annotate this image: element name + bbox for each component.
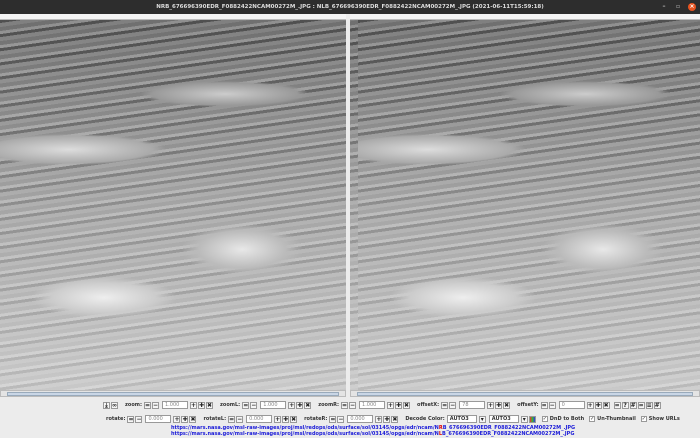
top-scrollbar-right[interactable] [350, 14, 700, 20]
zoomR-field[interactable]: 1.000 [359, 401, 386, 409]
rotateL-reset[interactable]: ✖ [290, 415, 298, 423]
zoomR-inc[interactable]: + [387, 401, 395, 409]
layout-icon-3[interactable]: ≡ [645, 401, 653, 409]
layout-icon-1[interactable]: # [629, 401, 637, 409]
offsetX-label: offsetX: [417, 402, 440, 408]
zoom-reset[interactable]: ✖ [206, 401, 213, 409]
zoomL-dec[interactable]: − [250, 401, 258, 409]
zoom-label: zoom: [125, 402, 142, 408]
decode-color-label: Decode Color: [405, 416, 445, 422]
offsetX-reset[interactable]: ✖ [503, 401, 511, 409]
mars-image-right [0, 20, 346, 390]
rotate-inc[interactable]: + [173, 415, 181, 423]
controls-row-2: rotate: = −0.000 + ✚ ✖ rotateL: = −0.000 + ✚ ✖ r… [0, 413, 700, 425]
link-icon[interactable]: ∞ [111, 401, 118, 409]
offsetY-dec-big[interactable]: = [540, 401, 548, 409]
horizontal-scrollbar-right[interactable] [350, 390, 700, 397]
layout-icon-4[interactable]: # [653, 401, 661, 409]
offsetX-inc-big[interactable]: ✚ [495, 401, 503, 409]
left-image-url[interactable]: https://mars.nasa.gov/msl-raw-images/pro… [171, 431, 574, 437]
offsetY-inc-big[interactable]: ✚ [594, 401, 602, 409]
rotateL-field[interactable]: 0.000 [246, 415, 273, 423]
show-urls-checkbox[interactable]: ✓ [640, 416, 647, 422]
rotateL-dec[interactable]: − [236, 415, 244, 423]
download-icon[interactable]: ⤓ [103, 401, 110, 409]
offsetY-inc[interactable]: + [586, 401, 594, 409]
rotate-dec[interactable]: − [135, 415, 143, 423]
close-icon[interactable]: × [688, 3, 696, 11]
chevron-down-icon[interactable]: ▾ [478, 415, 486, 423]
zoom-dec-big[interactable]: = [144, 401, 151, 409]
unthumbnail-checkbox[interactable]: ✓ [589, 416, 596, 422]
top-scrollbar-left[interactable] [0, 14, 346, 20]
offsetY-field[interactable]: 0 [558, 401, 585, 409]
offsetY-label: offsetY: [517, 402, 539, 408]
zoomL-dec-big[interactable]: = [242, 401, 250, 409]
zoom-inc-big[interactable]: ✚ [198, 401, 205, 409]
offsetY-dec[interactable]: − [548, 401, 556, 409]
zoomR-reset[interactable]: ✖ [403, 401, 411, 409]
zoom-dec[interactable]: − [152, 401, 159, 409]
equal-icon[interactable]: = [613, 401, 621, 409]
rotateR-dec-big[interactable]: = [329, 415, 337, 423]
minimize-icon[interactable]: – [660, 3, 668, 11]
dnd-label: DnD to Both [549, 416, 585, 422]
rotateL-inc[interactable]: + [274, 415, 282, 423]
rotateL-dec-big[interactable]: = [228, 415, 236, 423]
help-icon[interactable]: ? [621, 401, 629, 409]
offsetX-dec-big[interactable]: = [441, 401, 449, 409]
rotateR-dec[interactable]: − [337, 415, 345, 423]
decode-color-left-select[interactable]: AUTO3 [446, 415, 477, 423]
rotateR-reset[interactable]: ✖ [391, 415, 399, 423]
window-title: NRB_676696390EDR_F0882422NCAM00272M_.JPG… [156, 4, 544, 10]
rotate-field[interactable]: 0.000 [145, 415, 172, 423]
offsetX-inc[interactable]: + [487, 401, 495, 409]
dnd-checkbox[interactable]: ✓ [541, 416, 548, 422]
zoomL-reset[interactable]: ✖ [304, 401, 312, 409]
rotateL-inc-big[interactable]: ✚ [282, 415, 290, 423]
rotateR-label: rotateR: [304, 416, 328, 422]
zoomL-inc[interactable]: + [288, 401, 296, 409]
color-palette-icon[interactable] [528, 415, 536, 423]
rotateR-inc[interactable]: + [375, 415, 383, 423]
rotateL-label: rotateL: [203, 416, 227, 422]
offsetX-field[interactable]: 78 [459, 401, 486, 409]
zoom-field[interactable]: 1.000 [162, 401, 188, 409]
decode-color-right-select[interactable]: AUTO3 [488, 415, 519, 423]
zoomR-label: zoomR: [318, 402, 340, 408]
horizontal-scrollbar-left[interactable] [0, 390, 346, 397]
offsetX-dec[interactable]: − [449, 401, 457, 409]
rotate-label: rotate: [106, 416, 126, 422]
show-urls-label: Show URLs [648, 416, 680, 422]
unthumbnail-label: Un-Thumbnail [597, 416, 636, 422]
layout-icon-2[interactable]: = [637, 401, 645, 409]
controls-row-1: ⤓ ∞ zoom: = −1.000 + ✚ ✖ zoomL: = −1.000 + ✚ ✖ zo… [0, 399, 700, 411]
maximize-icon[interactable]: ▫ [674, 3, 682, 11]
rotateR-inc-big[interactable]: ✚ [383, 415, 391, 423]
rotate-reset[interactable]: ✖ [189, 415, 197, 423]
right-image-panel[interactable] [0, 14, 346, 390]
zoomR-dec[interactable]: − [349, 401, 357, 409]
title-bar: NRB_676696390EDR_F0882422NCAM00272M_.JPG… [0, 0, 700, 14]
left-image-panel[interactable] [350, 14, 700, 390]
offsetY-reset[interactable]: ✖ [602, 401, 610, 409]
chevron-down-icon[interactable]: ▾ [520, 415, 528, 423]
mars-image-left [350, 20, 700, 390]
zoomR-inc-big[interactable]: ✚ [395, 401, 403, 409]
zoom-inc[interactable]: + [190, 401, 197, 409]
rotate-inc-big[interactable]: ✚ [181, 415, 189, 423]
zoomL-inc-big[interactable]: ✚ [296, 401, 304, 409]
zoomL-label: zoomL: [220, 402, 241, 408]
zoomL-field[interactable]: 1.000 [260, 401, 287, 409]
rotateR-field[interactable]: 0.000 [347, 415, 374, 423]
rotate-dec-big[interactable]: = [127, 415, 135, 423]
zoomR-dec-big[interactable]: = [341, 401, 349, 409]
